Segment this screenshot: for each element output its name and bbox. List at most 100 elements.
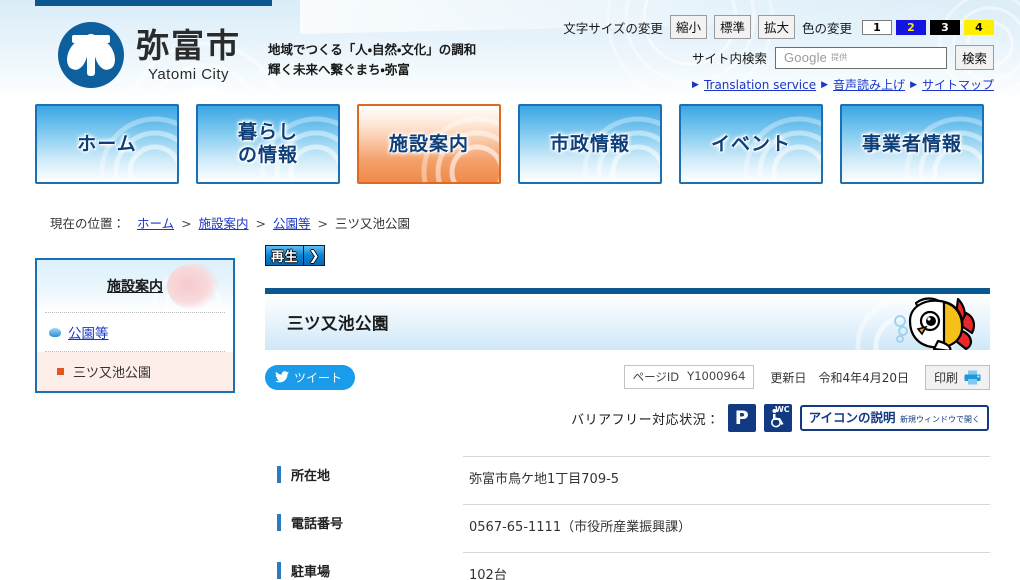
breadcrumb-separator: > [255,216,267,231]
utility-links: ▶ Translation service ▶ 音声読み上げ ▶ サイトマップ [692,76,994,93]
text-size-large-button[interactable]: 拡大 [757,15,795,39]
page-meta-right: ページID Y1000964 更新日 令和4年4月20日 印刷 [623,364,990,390]
logo-name-en: Yatomi City [147,65,230,83]
updated-value: 令和4年4月20日 [818,370,909,385]
parking-icon[interactable]: P [727,404,756,432]
sidebar-item-parks-label: 公園等 [68,326,109,342]
color-scheme-2-button[interactable]: 2 [896,19,926,35]
nav-item-business-info-label: 事業者情報 [861,132,962,155]
facility-info-table: 所在地 弥富市鳥ケ地1丁目709-5 電話番号 0567-65-1111（市役所… [265,450,990,580]
wc-label: WC [774,405,790,414]
page-id-box: ページID Y1000964 [623,365,755,389]
row-accent-bar [277,466,281,483]
global-navigation: ホーム 暮らし の情報 施設案内 市政情報 イベント 事業者情報 [0,104,1020,204]
site-logo[interactable]: 弥富市 Yatomi City [58,22,241,88]
sidebar-item-mitsumata-park[interactable]: 三ツ又池公園 [37,352,233,391]
icon-help-title: アイコンの説明 [808,409,896,425]
tagline-line-1: 地域でつくる「人・自然・文化」の調和 [268,42,477,57]
print-button[interactable]: 印刷 [924,364,990,390]
bullet-triangle-icon: ▶ [910,79,917,89]
tweet-button[interactable]: ツイート [265,364,356,390]
table-row-value: 102台 [463,552,990,580]
updated-date: 更新日 令和4年4月20日 [770,369,909,386]
tagline-line-2: 輝く未来へ繋ぐまち・弥富 [268,62,410,77]
table-row-value: 0567-65-1111（市役所産業振興課） [463,504,990,546]
nav-item-city-government[interactable]: 市政情報 [518,104,662,184]
accessible-restroom-icon[interactable]: WC [763,404,792,432]
search-input[interactable]: Google 提供 [774,46,947,69]
color-scheme-3-button[interactable]: 3 [930,19,960,35]
table-row-label: 電話番号 [277,504,463,541]
search-submit-button[interactable]: 検索 [954,45,994,70]
print-button-label: 印刷 [933,370,958,385]
nav-item-home[interactable]: ホーム [35,104,179,184]
nav-item-facility-guide[interactable]: 施設案内 [357,104,501,184]
text-to-speech-link[interactable]: 音声読み上げ [833,76,905,93]
nav-item-city-government-label: 市政情報 [549,132,630,155]
breadcrumb-separator: > [181,216,192,231]
square-bullet-icon [57,368,64,375]
main-content: 再生 ❯ 三ツ又池公園 ツイート ページID Y1000964 更新日 令和4年… [265,245,990,580]
page-root: 弥富市 Yatomi City 地域でつくる「人・自然・文化」の調和 輝く未来へ… [0,0,1020,580]
sitemap-link[interactable]: サイトマップ [922,76,994,93]
tweet-button-label: ツイート [294,370,343,385]
icon-help-button[interactable]: アイコンの説明 新規ウィンドウで開く [799,404,989,432]
breadcrumb-item-home[interactable]: ホーム [137,216,174,231]
page-meta-row: ツイート ページID Y1000964 更新日 令和4年4月20日 印刷 [265,364,990,390]
text-to-speech-play-button[interactable]: 再生 ❯ [265,245,326,266]
nav-item-business-info[interactable]: 事業者情報 [840,104,984,184]
nav-item-living-info[interactable]: 暮らし の情報 [196,104,340,184]
site-tagline: 地域でつくる「人・自然・文化」の調和 輝く未来へ繋ぐまち・弥富 [268,40,476,80]
sidebar-item-parks[interactable]: 公園等 [37,313,233,351]
nav-item-home-label: ホーム [77,132,137,155]
header-accent-bar [35,0,272,6]
icon-help-subtitle: 新規ウィンドウで開く [900,414,980,424]
text-size-small-button[interactable]: 縮小 [669,15,707,39]
table-row: 駐車場 102台 [277,546,990,580]
city-emblem-icon [58,22,124,88]
sidebar: 施設案内 公園等 三ツ又池公園 [35,258,235,393]
table-row-label: 駐車場 [277,552,463,580]
site-header: 弥富市 Yatomi City 地域でつくる「人・自然・文化」の調和 輝く未来へ… [0,0,1020,100]
nav-item-events[interactable]: イベント [679,104,823,184]
barrier-free-label: バリアフリー対応状況： [571,412,720,428]
bullet-triangle-icon: ▶ [821,79,829,89]
page-id-value: Y1000964 [687,369,746,383]
text-size-label: 文字サイズの変更 [563,20,663,36]
sidebar-heading-label: 施設案内 [107,279,163,295]
color-scheme-4-button[interactable]: 4 [964,19,994,35]
breadcrumb: 現在の位置： ホーム > 施設案内 > 公園等 > 三ツ又池公園 [50,213,410,232]
sidebar-mascot-icon [167,264,219,310]
sidebar-item-mitsumata-park-label: 三ツ又池公園 [73,366,152,381]
nav-item-events-label: イベント [710,132,791,155]
page-title: 三ツ又池公園 [287,314,389,333]
search-label: サイト内検索 [691,51,767,66]
table-row-label-text: 電話番号 [291,517,344,532]
search-placeholder: Google [783,50,828,65]
text-size-and-color-controls: 文字サイズの変更 縮小 標準 拡大 色の変更 1 2 3 4 [563,15,994,39]
text-size-normal-button[interactable]: 標準 [713,15,751,39]
bullet-triangle-icon: ▶ [692,79,699,89]
printer-icon [964,370,981,384]
city-mascot-icon [894,297,976,350]
row-accent-bar [277,562,281,579]
nav-label-line-1: 暮らし [237,121,298,143]
barrier-free-row: バリアフリー対応状況： P WC アイコンの説明 新規ウィンドウで開く [265,404,990,432]
color-scheme-buttons: 1 2 3 4 [862,19,994,35]
row-accent-bar [277,514,281,531]
table-row-label-text: 駐車場 [291,565,331,580]
color-change-label: 色の変更 [801,20,852,36]
site-search: サイト内検索 Google 提供 検索 [692,45,994,70]
breadcrumb-item-facility-guide[interactable]: 施設案内 [199,216,249,231]
translation-service-link[interactable]: Translation service [704,78,816,92]
hill-icon [49,327,61,337]
color-scheme-1-button[interactable]: 1 [862,19,892,35]
twitter-bird-icon [275,371,289,383]
nav-label-line-2: の情報 [237,144,298,166]
table-row: 所在地 弥富市鳥ケ地1丁目709-5 [277,450,990,498]
page-title-banner: 三ツ又池公園 [265,288,990,350]
breadcrumb-item-parks[interactable]: 公園等 [273,216,311,231]
table-row-label-text: 所在地 [291,469,331,484]
chevron-right-icon: ❯ [303,246,325,265]
page-id-label: ページID [632,370,680,384]
